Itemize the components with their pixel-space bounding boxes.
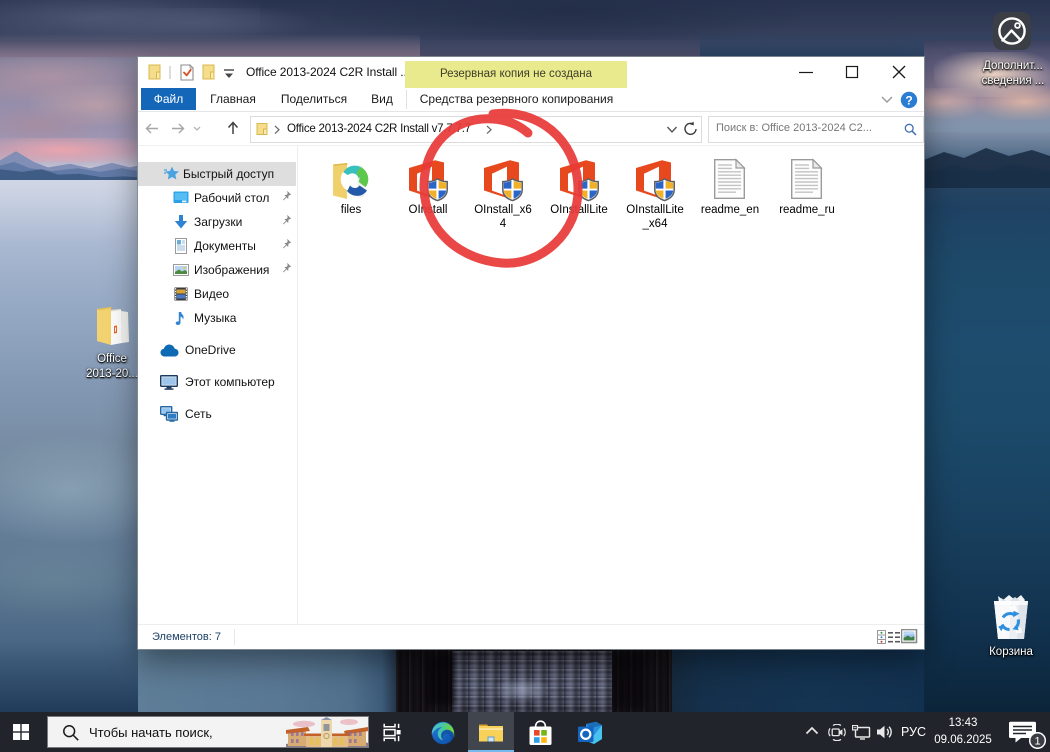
svg-text:1: 1 <box>1034 736 1040 748</box>
svg-text:?: ? <box>905 93 912 107</box>
